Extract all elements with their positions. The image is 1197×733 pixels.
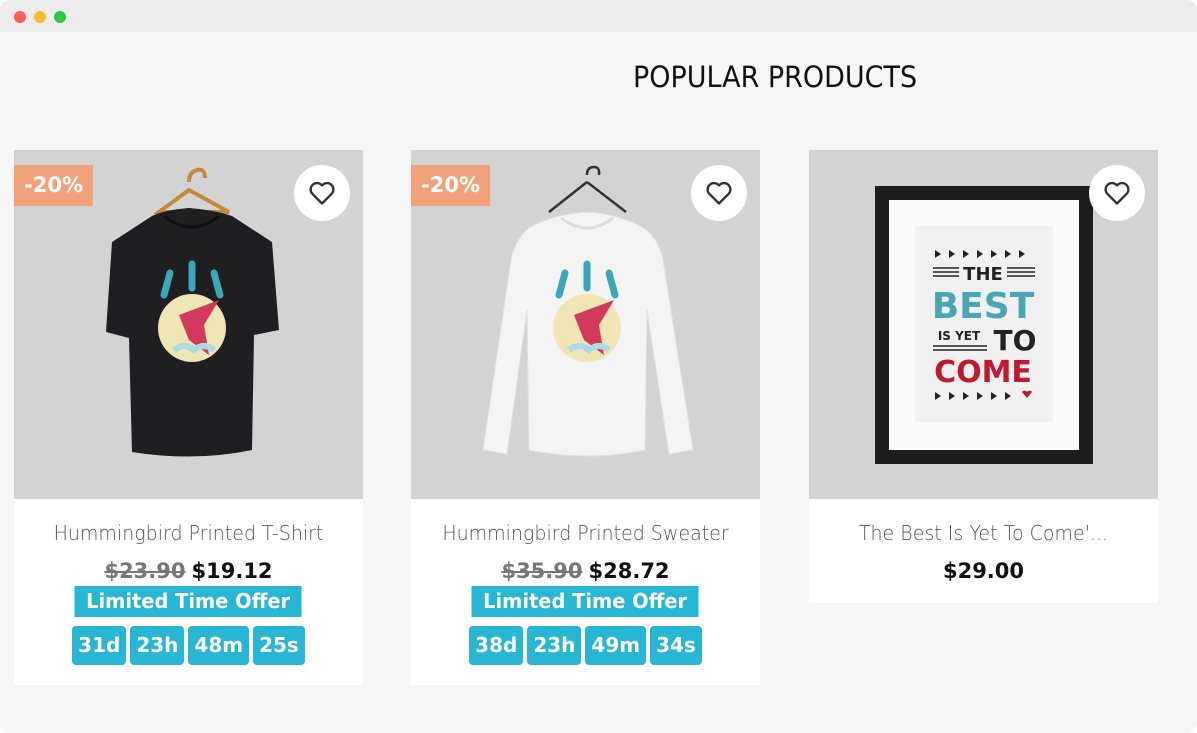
wishlist-button[interactable] xyxy=(294,165,350,221)
countdown-hours: 23h xyxy=(130,626,185,665)
countdown-seconds: 25s xyxy=(253,626,305,665)
wishlist-button[interactable] xyxy=(1089,165,1145,221)
section-title: POPULAR PRODUCTS xyxy=(633,60,918,94)
poster-text-best: BEST xyxy=(932,286,1035,327)
product-card[interactable]: THE BEST IS YET TO COME The Best Is Yet … xyxy=(809,150,1158,603)
countdown-days: 38d xyxy=(469,626,524,665)
maximize-window-button[interactable] xyxy=(54,11,66,23)
countdown-timer: 31d 23h 48m 25s xyxy=(14,626,363,665)
countdown-days: 31d xyxy=(72,626,127,665)
countdown-hours: 23h xyxy=(527,626,582,665)
countdown-minutes: 48m xyxy=(188,626,250,665)
product-image[interactable]: THE BEST IS YET TO COME xyxy=(809,150,1158,499)
price: $29.00 xyxy=(942,559,1025,583)
close-window-button[interactable] xyxy=(14,11,26,23)
countdown-minutes: 49m xyxy=(585,626,647,665)
product-name[interactable]: The Best Is Yet To Come'... xyxy=(818,521,1150,545)
limited-offer-label: Limited Time Offer xyxy=(74,586,303,617)
countdown-timer: 38d 23h 49m 34s xyxy=(411,626,760,665)
limited-offer-label: Limited Time Offer xyxy=(471,586,700,617)
sale-price: $28.72 xyxy=(588,559,670,583)
product-info: The Best Is Yet To Come'... $29.00 xyxy=(809,499,1158,603)
product-name[interactable]: Hummingbird Printed T-Shirt xyxy=(23,521,355,545)
poster-text-the: THE xyxy=(963,264,1003,285)
product-info: Hummingbird Printed T-Shirt $23.90 $19.12… xyxy=(14,499,363,685)
discount-badge: -20% xyxy=(411,165,490,206)
wishlist-button[interactable] xyxy=(691,165,747,221)
product-image[interactable]: -20% xyxy=(411,150,760,499)
product-prices: $29.00 xyxy=(809,559,1158,583)
minimize-window-button[interactable] xyxy=(34,11,46,23)
countdown-seconds: 34s xyxy=(650,626,702,665)
product-name[interactable]: Hummingbird Printed Sweater xyxy=(420,521,752,545)
heart-outline-icon xyxy=(309,181,335,205)
heart-outline-icon xyxy=(1104,181,1130,205)
window-titlebar xyxy=(0,0,1197,32)
regular-price: $23.90 xyxy=(104,559,186,583)
product-info: Hummingbird Printed Sweater $35.90 $28.72… xyxy=(411,499,760,685)
sale-price: $19.12 xyxy=(191,559,273,583)
browser-window: POPULAR PRODUCTS -20% Hummingbird Printe… xyxy=(0,0,1197,733)
product-prices: $35.90 $28.72 xyxy=(411,559,760,583)
product-prices: $23.90 $19.12 xyxy=(14,559,363,583)
product-card[interactable]: -20% Hummingbird Printed T-Shirt $23.90 $… xyxy=(14,150,363,685)
product-image[interactable]: -20% xyxy=(14,150,363,499)
poster-text-to: TO xyxy=(994,324,1037,357)
discount-badge: -20% xyxy=(14,165,93,206)
heart-outline-icon xyxy=(706,181,732,205)
poster-text-come: COME xyxy=(934,355,1032,390)
poster-text-is-yet: IS YET xyxy=(938,329,981,343)
regular-price: $35.90 xyxy=(501,559,583,583)
product-card[interactable]: -20% Hummingbird Printed Sweater $35.90 $… xyxy=(411,150,760,685)
